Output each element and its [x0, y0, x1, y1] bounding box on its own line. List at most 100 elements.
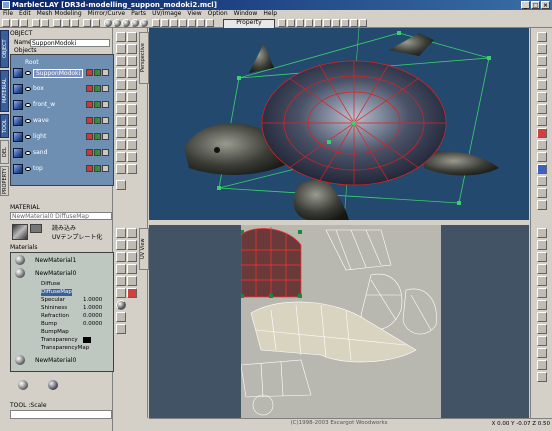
- lock-icon[interactable]: [86, 101, 93, 108]
- right-tool-8-icon[interactable]: [537, 116, 547, 126]
- texture-thumbnail[interactable]: [12, 224, 28, 240]
- uv-move-icon[interactable]: [127, 228, 137, 238]
- lock-icon[interactable]: [86, 69, 93, 76]
- list-item[interactable]: top: [11, 163, 111, 176]
- eye-icon[interactable]: [25, 71, 31, 75]
- shininess-value[interactable]: 1.0000: [83, 305, 102, 312]
- mesh-icon[interactable]: [94, 101, 101, 108]
- perspective-viewport[interactable]: [149, 28, 529, 220]
- mesh-icon[interactable]: [94, 117, 101, 124]
- hide-tool-icon[interactable]: [116, 164, 126, 174]
- face-tool-icon[interactable]: [116, 92, 126, 102]
- tool-options[interactable]: [10, 410, 112, 419]
- right-uv-tool-12-icon[interactable]: [537, 360, 547, 370]
- rotate-view-icon[interactable]: [341, 19, 349, 27]
- grid-tool-icon[interactable]: [116, 180, 126, 190]
- maximize-button[interactable]: □: [531, 1, 540, 9]
- tab-property[interactable]: PROPERTY: [0, 166, 9, 196]
- texture-icon[interactable]: [206, 19, 214, 27]
- object-name-field[interactable]: SupponModoki: [30, 39, 110, 47]
- move-icon[interactable]: [92, 19, 100, 27]
- split-tool-icon[interactable]: [116, 104, 126, 114]
- menu-option[interactable]: Option: [208, 10, 228, 18]
- visibility-icon[interactable]: [102, 133, 109, 140]
- material-item[interactable]: NewMaterial1: [35, 257, 76, 264]
- uv-flip-icon[interactable]: [116, 288, 126, 298]
- preview-sphere-icon[interactable]: [48, 380, 58, 390]
- list-item[interactable]: light: [11, 131, 111, 144]
- right-tool-13-icon[interactable]: [537, 176, 547, 186]
- lock-icon[interactable]: [86, 85, 93, 92]
- right-tool-2-icon[interactable]: [537, 44, 547, 54]
- load-button[interactable]: 読み込み: [52, 225, 76, 232]
- camera-icon[interactable]: [179, 19, 187, 27]
- show-tool-icon[interactable]: [127, 164, 137, 174]
- select-tool-icon[interactable]: [116, 32, 126, 42]
- menu-mesh-modeling[interactable]: Mesh Modeling: [37, 10, 82, 18]
- select-icon[interactable]: [83, 19, 91, 27]
- redo-icon[interactable]: [41, 19, 49, 27]
- right-uv-tool-1-icon[interactable]: [537, 228, 547, 238]
- menu-view[interactable]: View: [187, 10, 201, 18]
- save-icon[interactable]: [20, 19, 28, 27]
- right-tool-1-icon[interactable]: [537, 32, 547, 42]
- material-item[interactable]: NewMaterial0: [35, 357, 76, 364]
- menu-edit[interactable]: Edit: [19, 10, 31, 18]
- visibility-icon[interactable]: [102, 165, 109, 172]
- move-tool-icon[interactable]: [116, 44, 126, 54]
- light-icon[interactable]: [188, 19, 196, 27]
- menu-help[interactable]: Help: [263, 10, 277, 18]
- mesh-icon[interactable]: [94, 165, 101, 172]
- visibility-icon[interactable]: [102, 69, 109, 76]
- right-uv-tool-8-icon[interactable]: [537, 312, 547, 322]
- uv-stitch-icon[interactable]: [127, 252, 137, 262]
- right-tool-4-icon[interactable]: [537, 68, 547, 78]
- lock-icon[interactable]: [86, 133, 93, 140]
- right-uv-tool-6-icon[interactable]: [537, 288, 547, 298]
- preview-sphere-icon[interactable]: [18, 380, 28, 390]
- lasso-tool-icon[interactable]: [127, 32, 137, 42]
- lock-icon[interactable]: [86, 149, 93, 156]
- tab-object[interactable]: OBJECT: [0, 30, 9, 68]
- tab-tool[interactable]: TOOL: [0, 114, 9, 138]
- right-uv-tool-7-icon[interactable]: [537, 300, 547, 310]
- uv-fill-icon[interactable]: [116, 324, 126, 334]
- tab-material[interactable]: MATERIAL: [0, 70, 9, 112]
- view-side-icon[interactable]: [287, 19, 295, 27]
- right-tool-7-icon[interactable]: [537, 104, 547, 114]
- mesh-icon[interactable]: [94, 69, 101, 76]
- paste-icon[interactable]: [71, 19, 79, 27]
- uv-template-button[interactable]: UVテンプレート化: [52, 234, 102, 241]
- layout-icon[interactable]: [359, 19, 367, 27]
- uv-pin-icon[interactable]: [116, 276, 126, 286]
- fit-icon[interactable]: [350, 19, 358, 27]
- eye-icon[interactable]: [25, 135, 31, 139]
- uv-color-icon[interactable]: [127, 288, 137, 298]
- grid-icon[interactable]: [152, 19, 160, 27]
- eye-icon[interactable]: [25, 87, 31, 91]
- right-tool-14-icon[interactable]: [537, 188, 547, 198]
- vertex-tool-icon[interactable]: [116, 80, 126, 90]
- list-item[interactable]: sand: [11, 147, 111, 160]
- uv-select-icon[interactable]: [116, 228, 126, 238]
- menu-window[interactable]: Window: [234, 10, 258, 18]
- sphere-icon[interactable]: [104, 19, 112, 27]
- knife-tool-icon[interactable]: [116, 68, 126, 78]
- list-item[interactable]: wave: [11, 115, 111, 128]
- magnet-tool-icon[interactable]: [116, 140, 126, 150]
- mesh-icon[interactable]: [94, 85, 101, 92]
- menu-uv-image[interactable]: UV/Image: [152, 10, 181, 18]
- eye-icon[interactable]: [25, 119, 31, 123]
- right-uv-tool-3-icon[interactable]: [537, 252, 547, 262]
- view-persp-icon[interactable]: [305, 19, 313, 27]
- visibility-icon[interactable]: [102, 101, 109, 108]
- render-icon[interactable]: [140, 19, 148, 27]
- right-uv-tool-5-icon[interactable]: [537, 276, 547, 286]
- right-tool-11-icon[interactable]: [537, 152, 547, 162]
- uv-pen-icon[interactable]: [116, 252, 126, 262]
- mirror-tool-icon[interactable]: [116, 116, 126, 126]
- inflate-tool-icon[interactable]: [116, 152, 126, 162]
- object-list[interactable]: Root SupponModoki box front_w wave light…: [10, 54, 114, 186]
- curve-tool-icon[interactable]: [127, 116, 137, 126]
- eye-icon[interactable]: [25, 151, 31, 155]
